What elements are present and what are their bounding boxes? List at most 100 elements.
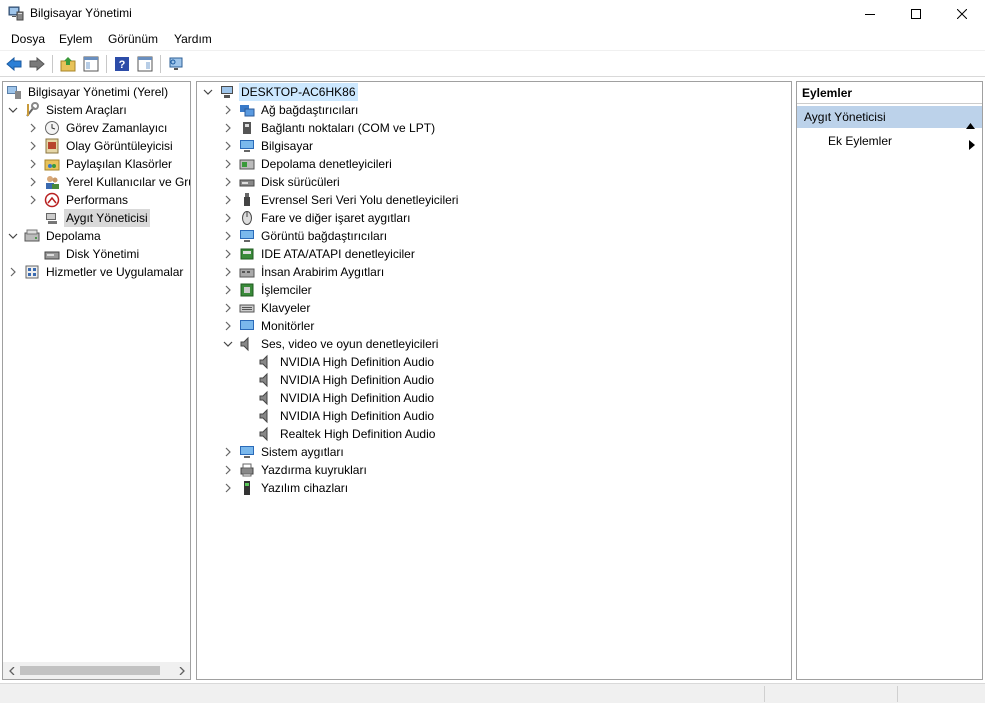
chevron-right-icon[interactable] [221, 157, 235, 171]
more-actions-item[interactable]: Ek Eylemler [797, 131, 982, 151]
chevron-right-icon[interactable] [221, 283, 235, 297]
actions-section-device-manager[interactable]: Aygıt Yöneticisi [797, 106, 982, 129]
window-title: Bilgisayar Yönetimi [30, 6, 132, 20]
chevron-right-icon[interactable] [6, 265, 20, 279]
minimize-button[interactable] [847, 0, 893, 27]
device-category[interactable]: Yazılım cihazları [221, 479, 350, 497]
chevron-right-icon[interactable] [221, 193, 235, 207]
tree-item-label: Yerel Kullanıcılar ve Gru [66, 175, 191, 189]
device-category[interactable]: IDE ATA/ATAPI denetleyiciler [221, 245, 417, 263]
horizontal-scrollbar[interactable] [3, 662, 190, 679]
usb-icon [239, 192, 255, 208]
tree-item-system-tools[interactable]: Sistem Araçları [6, 101, 129, 119]
tree-item-computer-management[interactable]: Bilgisayar Yönetimi (Yerel) [6, 83, 170, 101]
audio-device-item[interactable]: NVIDIA High Definition Audio [258, 389, 436, 407]
chevron-right-icon[interactable] [221, 211, 235, 225]
tree-item-event-viewer[interactable]: Olay Görüntüleyicisi [26, 137, 175, 155]
audio-device-item[interactable]: NVIDIA High Definition Audio [258, 371, 436, 389]
audio-device-label: NVIDIA High Definition Audio [280, 409, 435, 423]
device-category[interactable]: Yazdırma kuyrukları [221, 461, 369, 479]
device-category[interactable]: Monitörler [221, 317, 316, 335]
device-category[interactable]: Ağ bağdaştırıcıları [221, 101, 360, 119]
device-category-label: Evrensel Seri Veri Yolu denetleyicileri [261, 193, 459, 207]
chevron-right-icon[interactable] [221, 121, 235, 135]
monitor-icon [239, 318, 255, 334]
device-category[interactable]: Sistem aygıtları [221, 443, 346, 461]
up-level-button[interactable] [58, 54, 78, 74]
device-tree-root[interactable]: DESKTOP-AC6HK86 [201, 83, 358, 101]
device-category[interactable]: İşlemciler [221, 281, 314, 299]
tree-item-label: Görev Zamanlayıcı [66, 121, 168, 135]
device-category-label: Ses, video ve oyun denetleyicileri [261, 337, 439, 351]
tree-item-local-users[interactable]: Yerel Kullanıcılar ve Gru [26, 173, 191, 191]
back-button[interactable] [4, 54, 24, 74]
chevron-right-icon[interactable] [221, 463, 235, 477]
chevron-right-icon[interactable] [26, 157, 40, 171]
tree-item-shared-folders[interactable]: Paylaşılan Klasörler [26, 155, 174, 173]
menu-help[interactable]: Yardım [174, 32, 212, 46]
shared-folder-icon [44, 156, 60, 172]
tree-item-label: Olay Görüntüleyicisi [66, 139, 173, 153]
tree-item-disk-management[interactable]: Disk Yönetimi [44, 245, 141, 263]
chevron-right-icon[interactable] [26, 139, 40, 153]
chevron-down-icon[interactable] [6, 229, 20, 243]
chevron-right-icon[interactable] [221, 175, 235, 189]
chevron-right-icon[interactable] [26, 121, 40, 135]
chevron-right-icon[interactable] [221, 481, 235, 495]
device-category[interactable]: Disk sürücüleri [221, 173, 342, 191]
title-bar: Bilgisayar Yönetimi [0, 0, 985, 27]
chevron-right-icon[interactable] [221, 103, 235, 117]
device-category[interactable]: Klavyeler [221, 299, 312, 317]
device-category[interactable]: Bilgisayar [221, 137, 315, 155]
chevron-right-icon[interactable] [26, 175, 40, 189]
device-category[interactable]: Depolama denetleyicileri [221, 155, 394, 173]
chevron-right-icon[interactable] [221, 247, 235, 261]
disk-management-icon [44, 246, 60, 262]
chevron-right-icon[interactable] [26, 193, 40, 207]
chevron-right-icon[interactable] [221, 301, 235, 315]
menu-view[interactable]: Görünüm [108, 32, 158, 46]
audio-device-label: NVIDIA High Definition Audio [280, 355, 435, 369]
chevron-down-icon[interactable] [221, 337, 235, 351]
chevron-right-icon[interactable] [221, 319, 235, 333]
tree-item-task-scheduler[interactable]: Görev Zamanlayıcı [26, 119, 169, 137]
device-category-label: Yazdırma kuyrukları [261, 463, 367, 477]
chevron-right-icon[interactable] [221, 229, 235, 243]
tree-item-storage[interactable]: Depolama [6, 227, 103, 245]
ide-controller-icon [239, 246, 255, 262]
close-icon [957, 8, 967, 19]
audio-device-item[interactable]: NVIDIA High Definition Audio [258, 407, 436, 425]
scroll-left-icon[interactable] [3, 662, 20, 679]
device-category-label: Klavyeler [261, 301, 311, 315]
device-category[interactable]: Görüntü bağdaştırıcıları [221, 227, 389, 245]
chevron-down-icon[interactable] [201, 85, 215, 99]
audio-device-item[interactable]: NVIDIA High Definition Audio [258, 353, 436, 371]
audio-device-item[interactable]: Realtek High Definition Audio [258, 425, 437, 443]
computer-management-icon [8, 5, 24, 21]
menu-file[interactable]: Dosya [11, 32, 45, 46]
scroll-right-icon[interactable] [173, 662, 190, 679]
device-category-label: Bilgisayar [261, 139, 314, 153]
device-category[interactable]: İnsan Arabirim Aygıtları [221, 263, 386, 281]
close-button[interactable] [939, 0, 985, 27]
maximize-button[interactable] [893, 0, 939, 27]
show-hide-action-pane-button[interactable] [135, 54, 155, 74]
chevron-right-icon[interactable] [221, 265, 235, 279]
chevron-right-icon[interactable] [221, 139, 235, 153]
chevron-right-icon[interactable] [221, 445, 235, 459]
forward-button[interactable] [27, 54, 47, 74]
tree-item-services-apps[interactable]: Hizmetler ve Uygulamalar [6, 263, 185, 281]
menu-action[interactable]: Eylem [59, 32, 92, 46]
device-category[interactable]: Ses, video ve oyun denetleyicileri [221, 335, 440, 353]
chevron-down-icon[interactable] [6, 103, 20, 117]
device-category[interactable]: Evrensel Seri Veri Yolu denetleyicileri [221, 191, 460, 209]
device-category[interactable]: Bağlantı noktaları (COM ve LPT) [221, 119, 437, 137]
show-hide-tree-button[interactable] [81, 54, 101, 74]
tree-item-device-manager[interactable]: Aygıt Yöneticisi [44, 209, 150, 227]
scrollbar-thumb[interactable] [20, 666, 160, 675]
submenu-arrow-icon [969, 136, 975, 156]
tree-item-performance[interactable]: Performans [26, 191, 130, 209]
scan-hardware-button[interactable] [166, 54, 186, 74]
device-category[interactable]: Fare ve diğer işaret aygıtları [221, 209, 412, 227]
help-button[interactable]: ? [112, 54, 132, 74]
